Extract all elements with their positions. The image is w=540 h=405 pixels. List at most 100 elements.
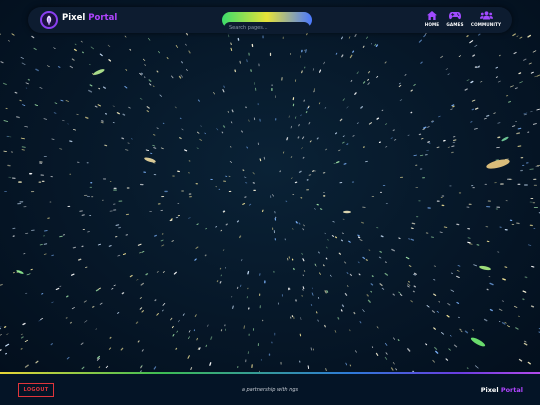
brand-title[interactable]: Pixel Portal [62, 13, 117, 23]
star [322, 264, 325, 267]
star [331, 235, 335, 237]
star [20, 137, 25, 140]
logo-icon[interactable] [40, 11, 58, 29]
star [230, 42, 232, 46]
star [430, 236, 434, 238]
star [341, 304, 345, 308]
star [489, 282, 494, 286]
star [239, 235, 242, 239]
star [160, 147, 164, 150]
star [137, 243, 142, 246]
star [394, 139, 397, 141]
star [176, 330, 178, 333]
star [14, 91, 18, 94]
star [156, 313, 159, 316]
star [204, 254, 207, 257]
star [24, 339, 28, 343]
star [470, 121, 473, 123]
star [127, 142, 130, 144]
star [193, 329, 196, 332]
star [519, 81, 523, 84]
star [171, 325, 174, 329]
star [59, 285, 62, 287]
star [19, 99, 22, 102]
star [220, 274, 222, 277]
star [97, 104, 101, 107]
star [498, 308, 503, 311]
star [181, 61, 183, 64]
star [357, 261, 360, 264]
search-box [222, 12, 312, 34]
star [407, 134, 410, 136]
star [362, 81, 366, 84]
star [198, 347, 201, 350]
star [129, 274, 133, 278]
star [413, 273, 416, 276]
star [453, 344, 458, 348]
star [483, 117, 487, 120]
star [171, 240, 174, 242]
nav-label-home: HOME [424, 22, 440, 27]
star [302, 258, 305, 262]
star [439, 231, 443, 233]
star [298, 170, 302, 173]
nav-item-home[interactable]: HOME [422, 11, 442, 29]
star [139, 307, 143, 310]
star [346, 272, 349, 275]
footer-brand[interactable]: Pixel Portal [481, 386, 523, 394]
star [112, 121, 115, 124]
star [35, 360, 39, 364]
footer-brand-part-2: Portal [500, 386, 523, 394]
star [259, 158, 262, 162]
nav-item-games[interactable]: GAMES [444, 11, 466, 29]
star [433, 279, 436, 281]
star [471, 108, 475, 111]
star [156, 127, 159, 129]
star [530, 111, 533, 113]
star [512, 33, 516, 37]
star [459, 328, 462, 331]
star [376, 326, 379, 329]
star [290, 156, 293, 159]
star [376, 227, 379, 229]
star [458, 55, 461, 58]
star [397, 339, 400, 341]
star [319, 272, 321, 275]
star [302, 288, 304, 291]
star-glow [343, 210, 351, 214]
star [80, 40, 83, 43]
star [450, 289, 455, 292]
star [187, 355, 190, 359]
star [473, 264, 478, 267]
star [368, 249, 371, 251]
star [410, 300, 413, 303]
star [475, 365, 479, 369]
star [350, 79, 353, 82]
star [325, 368, 327, 372]
star [361, 221, 364, 224]
star [210, 336, 213, 340]
search-input[interactable] [224, 22, 310, 34]
star [43, 118, 47, 120]
star [124, 35, 127, 38]
star [25, 292, 28, 295]
star [355, 350, 357, 353]
star [135, 321, 139, 324]
star [352, 135, 355, 137]
star [516, 132, 521, 135]
star [34, 104, 39, 107]
star [516, 35, 519, 37]
star [190, 367, 193, 371]
star [302, 286, 305, 290]
star [51, 138, 55, 140]
star [71, 58, 75, 61]
star [298, 124, 300, 127]
star [451, 104, 455, 107]
star [504, 266, 508, 268]
star [109, 336, 112, 339]
star [420, 61, 423, 64]
star [216, 128, 219, 131]
nav-item-community[interactable]: COMMUNITY [470, 11, 502, 29]
star [156, 70, 159, 73]
star [295, 116, 297, 119]
